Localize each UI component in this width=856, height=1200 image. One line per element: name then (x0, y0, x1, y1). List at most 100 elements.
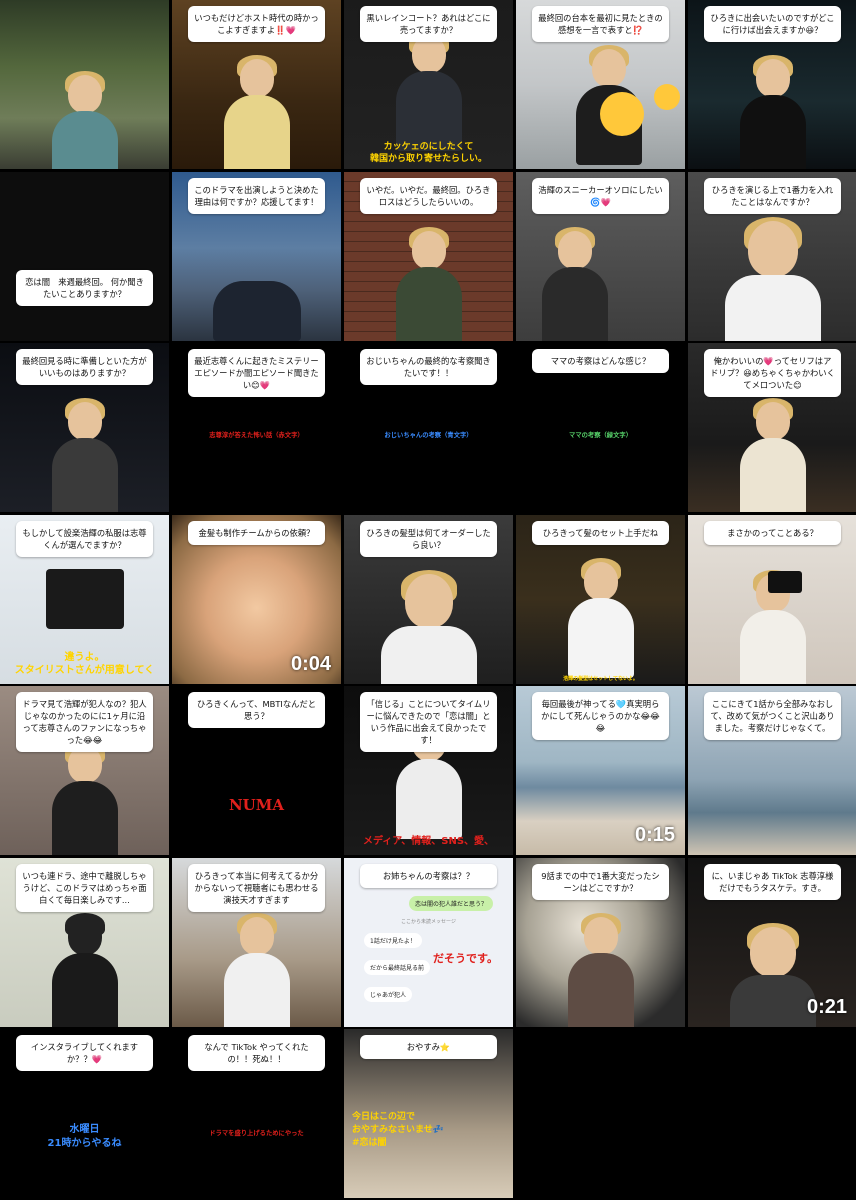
answer-text: カッケェのにしたくて 韓国から取り寄せたらしい。 (369, 141, 487, 164)
question-box: 黒いレインコート？あれはどこに売ってますか？ (360, 6, 497, 43)
story-tile-28[interactable]: お姉ちゃんの考察は？？ 恋は闇の犯人誰だと思う？ ここから未読メッセージ 1話だ… (344, 857, 513, 1027)
question-box: 毎回最後が神ってる🩵真実明らかにして死んじゃうのかな😂😂😂 (532, 692, 669, 741)
question-box: ひろきって本当に何考えてるか分からないって視聴者にも思わせる演技天才すぎます (188, 863, 325, 912)
video-duration: 0:15 (634, 824, 675, 846)
chat-bubble: 恋は闇の犯人誰だと思う？ (408, 895, 493, 911)
answer-text: おじいちゃんの考察（青文字） (384, 432, 473, 439)
question-box: ひろきに出会いたいのですがどこに行けば出会えますか😆？ (704, 6, 841, 43)
mirror-image (46, 568, 124, 629)
crew-photo (212, 271, 302, 341)
question-box: おやすみ⭐ (360, 1035, 497, 1060)
story-tile-2[interactable]: いつもだけどホスト時代の時かっこよすぎますよ‼️💗 (172, 0, 341, 169)
person-photo (394, 31, 464, 151)
camera-icon (768, 570, 802, 593)
story-tile-30[interactable]: に、いまじゃあ TikTok 志尊淳様だけでもうタスケテ。すき。 0:21 (688, 857, 856, 1027)
story-tile-21[interactable]: ドラマ見て浩輝が犯人なの？犯人じゃなのかったのにに1ヶ月に沿って志尊さんのファン… (0, 686, 169, 855)
question-box: 最終回の台本を最初に見たときの感想を一言で表すと⁉️ (532, 6, 669, 43)
chat-bubble: だから最終話見る前 (364, 959, 431, 975)
person-photo (566, 557, 636, 678)
question-box: まさかのってことある？ (704, 520, 841, 545)
story-tile-23[interactable]: 「信じる」ことについてタイムリーに悩んできたので「恋は闇」という作品に出会えて良… (344, 686, 513, 855)
story-tile-17[interactable]: 金髪も制作チームからの依頼？ 0:04 (172, 514, 341, 684)
story-tile-19[interactable]: ひろきって髪のセット上手だね 浩輝の髪型はセットしてないよ。 (516, 514, 685, 684)
story-tile-3[interactable]: 黒いレインコート？あれはどこに売ってますか？ カッケェのにしたくて 韓国から取り… (344, 0, 513, 169)
person-photo (50, 912, 120, 1027)
chat-screenshot: 恋は闇の犯人誰だと思う？ ここから未読メッセージ 1話だけ見たよ！ だから最終話… (358, 889, 499, 1007)
story-tile-24[interactable]: 毎回最後が神ってる🩵真実明らかにして死んじゃうのかな😂😂😂 0:15 (516, 686, 685, 855)
story-tile-6[interactable]: 恋は闇 来週最終回。 何か聞きたいことありますか？ (0, 171, 169, 341)
person-photo (723, 216, 823, 341)
question-box: インスタライブしてくれますか？？💗 (16, 1035, 153, 1072)
story-tile-10[interactable]: ひろきを演じる上で1番力を入れたことはなんですか？ (688, 171, 856, 341)
question-box: ひろきを演じる上で1番力を入れたことはなんですか？ (704, 177, 841, 214)
story-tile-7[interactable]: このドラマを出演しようと決めた理由は何ですか？応援してます！ (172, 171, 341, 341)
story-tile-5[interactable]: ひろきに出会いたいのですがどこに行けば出会えますか😆？ (688, 0, 856, 169)
question-box: ひろきって髪のセット上手だね (532, 520, 669, 545)
story-tile-14[interactable]: ママの考察はどんな感じ？ ママの考察（緑文字） (516, 343, 685, 512)
story-tile-11[interactable]: 最終回見る時に準備しといた方がいいものはありますか？ (0, 343, 169, 512)
person-photo (728, 922, 818, 1027)
story-tile-32[interactable]: なんで TikTok やってくれたの！！死ぬ！！ ドラマを盛り上げるためにやった (172, 1029, 341, 1198)
answer-text: メディア、情報、SNS、愛、 (362, 836, 495, 847)
scared-emoji-icon (654, 84, 680, 110)
video-duration: 0:04 (290, 652, 331, 675)
question-box: いつも連ドラ、途中で離脱しちゃうけど、このドラマはめっちゃ面白くて毎日楽しみです… (16, 863, 153, 912)
question-box: もしかして設楽浩輝の私服は志尊くんが選んでますか？ (16, 520, 153, 557)
story-tile-26[interactable]: いつも連ドラ、途中で離脱しちゃうけど、このドラマはめっちゃ面白くて毎日楽しみです… (0, 857, 169, 1027)
person-photo (379, 569, 479, 684)
question-box: いつもだけどホスト時代の時かっこよすぎますよ‼️💗 (188, 6, 325, 43)
question-box: ここにきて1話から全部みなおして、改めて気がつくこと沢山ありました。考察だけじゃ… (704, 692, 841, 741)
person-photo (50, 741, 120, 855)
question-box: ママの考察はどんな感じ？ (532, 349, 669, 374)
answer-text: 違うよ。 スタイリストさんが用意してく (14, 651, 155, 677)
story-tile-8[interactable]: いやだ。いやだ。最終回。ひろきロスはどうしたらいいの。 (344, 171, 513, 341)
question-box: 最近志尊くんに起きたミステリーエピソードか闇エピソード聞きたい😊💗 (188, 349, 325, 398)
question-box: 恋は闇 来週最終回。 何か聞きたいことありますか？ (16, 269, 153, 306)
story-tile-9[interactable]: 浩輝のスニーカーオソロにしたい🌀💗 (516, 171, 685, 341)
story-tile-27[interactable]: ひろきって本当に何考えてるか分からないって視聴者にも思わせる演技天才すぎます (172, 857, 341, 1027)
story-tile-13[interactable]: おじいちゃんの最終的な考察聞きたいです！！ おじいちゃんの考察（青文字） (344, 343, 513, 512)
question-box: 9話までの中で1番大変だったシーンはどこですか？ (532, 863, 669, 900)
story-tile-20[interactable]: まさかのってことある？ (688, 514, 856, 684)
story-tile-12[interactable]: 最近志尊くんに起きたミステリーエピソードか闇エピソード聞きたい😊💗 志尊淳が答え… (172, 343, 341, 512)
story-tile-18[interactable]: ひろきの髪型は何てオーダーしたら良い？ (344, 514, 513, 684)
story-tile-25[interactable]: ここにきて1話から全部みなおして、改めて気がつくこと沢山ありました。考察だけじゃ… (688, 686, 856, 855)
story-tile-33[interactable]: おやすみ⭐ 今日はこの辺で おやすみなさいませ💤 #恋は闇 (344, 1029, 513, 1198)
question-box: 最終回見る時に準備しといた方がいいものはありますか？ (16, 349, 153, 386)
crying-emoji-icon (600, 92, 644, 136)
question-box: ひろきの髪型は何てオーダーしたら良い？ (360, 520, 497, 557)
person-photo (50, 398, 120, 512)
answer-text: 今日はこの辺で おやすみなさいませ💤 #恋は闇 (352, 1112, 444, 1148)
question-box: に、いまじゃあ TikTok 志尊淳様だけでもうタスケテ。すき。 (704, 863, 841, 900)
story-tile-22[interactable]: ひろきくんって、MBTIなんだと思う？ NUMA (172, 686, 341, 855)
person-photo (222, 55, 292, 169)
person-photo (222, 912, 292, 1027)
question-box: ドラマ見て浩輝が犯人なの？犯人じゃなのかったのにに1ヶ月に沿って志尊さんのファン… (16, 692, 153, 753)
answer-text: 浩輝の髪型はセットしてないよ。 (563, 675, 638, 682)
person-photo (566, 912, 636, 1027)
question-box: 俺かわいいの💗ってセリフはアドリブ？😆めちゃくちゃかわいくてメロついた😊 (704, 349, 841, 398)
chat-bubble: じゃあが犯人 (364, 986, 413, 1002)
answer-text: 水曜日 21時からやるね (47, 1124, 122, 1149)
story-tile-4[interactable]: 最終回の台本を最初に見たときの感想を一言で表すと⁉️ (516, 0, 685, 169)
chat-bubble: 1話だけ見たよ！ (364, 932, 422, 948)
question-box: 金髪も制作チームからの依頼？ (188, 520, 325, 545)
person-photo (540, 226, 610, 341)
unread-divider: ここから未読メッセージ (401, 918, 456, 925)
video-duration: 0:21 (806, 995, 847, 1018)
question-box: 浩輝のスニーカーオソロにしたい🌀💗 (532, 177, 669, 214)
story-tile-1[interactable] (0, 0, 169, 169)
question-box: おじいちゃんの最終的な考察聞きたいです！！ (360, 349, 497, 386)
person-photo (394, 226, 464, 341)
story-tile-31[interactable]: インスタライブしてくれますか？？💗 水曜日 21時からやるね (0, 1029, 169, 1198)
story-tile-29[interactable]: 9話までの中で1番大変だったシーンはどこですか？ (516, 857, 685, 1027)
person-photo (738, 55, 808, 169)
question-box: ひろきくんって、MBTIなんだと思う？ (188, 692, 325, 729)
story-tile-16[interactable]: もしかして設楽浩輝の私服は志尊くんが選んでますか？ 違うよ。 スタイリストさんが… (0, 514, 169, 684)
question-box: お姉ちゃんの考察は？？ (360, 863, 497, 888)
person-photo (45, 71, 125, 169)
answer-text: NUMA (228, 796, 285, 814)
person-photo (738, 398, 808, 512)
story-tile-15[interactable]: 俺かわいいの💗ってセリフはアドリブ？😆めちゃくちゃかわいくてメロついた😊 (688, 343, 856, 512)
answer-text: ママの考察（緑文字） (569, 432, 632, 439)
